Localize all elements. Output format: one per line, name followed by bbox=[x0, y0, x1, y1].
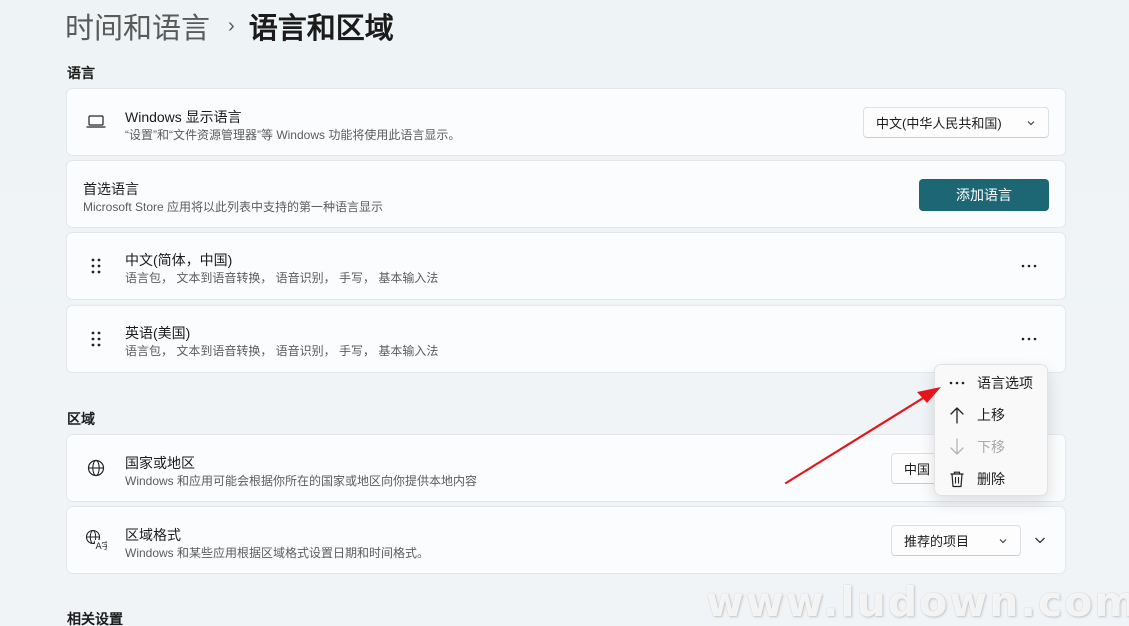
preferred-language-title: 首选语言 bbox=[83, 181, 139, 197]
regional-format-value: 推荐的项目 bbox=[904, 534, 970, 549]
language-item-chinese[interactable]: 中文(简体，中国) 语言包， 文本到语音转换， 语音识别， 手写， 基本输入法 bbox=[66, 232, 1066, 300]
drag-handle-icon[interactable] bbox=[89, 330, 103, 348]
language-context-menu: 语言选项 上移 下移 删除 bbox=[934, 364, 1048, 496]
language-features: 语言包， 文本到语音转换， 语音识别， 手写， 基本输入法 bbox=[125, 344, 439, 358]
regional-format-title: 区域格式 bbox=[125, 527, 181, 543]
breadcrumb-parent[interactable]: 时间和语言 bbox=[65, 5, 210, 47]
country-region-value: 中国 bbox=[904, 462, 931, 477]
breadcrumb: 时间和语言 › 语言和区域 bbox=[65, 5, 394, 47]
trash-icon bbox=[948, 470, 966, 488]
country-region-subtitle: Windows 和应用可能会根据你所在的国家或地区向你提供本地内容 bbox=[125, 474, 478, 488]
add-language-button[interactable]: 添加语言 bbox=[919, 179, 1049, 211]
arrow-down-icon bbox=[948, 438, 966, 456]
laptop-icon bbox=[85, 111, 107, 133]
language-item-english[interactable]: 英语(美国) 语言包， 文本到语音转换， 语音识别， 手写， 基本输入法 bbox=[66, 305, 1066, 373]
display-language-card: Windows 显示语言 “设置”和“文件资源管理器”等 Windows 功能将… bbox=[66, 88, 1066, 156]
more-options-icon[interactable] bbox=[1021, 264, 1037, 268]
menu-item-label: 下移 bbox=[977, 439, 1005, 455]
regional-format-card: A字 区域格式 Windows 和某些应用根据区域格式设置日期和时间格式。 推荐… bbox=[66, 506, 1066, 574]
menu-item-delete[interactable]: 删除 bbox=[935, 464, 1047, 494]
more-options-icon[interactable] bbox=[1021, 337, 1037, 341]
country-region-title: 国家或地区 bbox=[125, 455, 195, 471]
section-title-language: 语言 bbox=[67, 65, 95, 81]
preferred-language-subtitle: Microsoft Store 应用将以此列表中支持的第一种语言显示 bbox=[83, 200, 384, 214]
chevron-down-icon bbox=[999, 538, 1007, 543]
arrow-up-icon bbox=[948, 406, 966, 424]
expand-chevron-icon[interactable] bbox=[1033, 533, 1047, 547]
country-region-card: 国家或地区 Windows 和应用可能会根据你所在的国家或地区向你提供本地内容 … bbox=[66, 434, 1066, 502]
display-language-value: 中文(中华人民共和国) bbox=[876, 116, 1002, 131]
menu-item-label: 上移 bbox=[977, 407, 1005, 423]
regional-format-icon: A字 bbox=[85, 529, 107, 551]
drag-handle-icon[interactable] bbox=[89, 257, 103, 275]
language-name: 英语(美国) bbox=[125, 325, 191, 341]
menu-item-move-down: 下移 bbox=[935, 432, 1047, 462]
menu-item-label: 删除 bbox=[977, 471, 1005, 487]
globe-icon bbox=[85, 457, 107, 479]
menu-item-language-options[interactable]: 语言选项 bbox=[935, 368, 1047, 398]
language-features: 语言包， 文本到语音转换， 语音识别， 手写， 基本输入法 bbox=[125, 271, 439, 285]
display-language-subtitle: “设置”和“文件资源管理器”等 Windows 功能将使用此语言显示。 bbox=[125, 128, 461, 142]
page-title: 语言和区域 bbox=[248, 13, 394, 45]
section-title-region: 区域 bbox=[67, 411, 95, 427]
breadcrumb-separator: › bbox=[228, 14, 235, 37]
menu-item-move-up[interactable]: 上移 bbox=[935, 400, 1047, 430]
watermark: www.ludown.com bbox=[706, 578, 1129, 626]
language-name: 中文(简体，中国) bbox=[125, 252, 233, 268]
svg-text:A字: A字 bbox=[96, 540, 108, 551]
section-title-related: 相关设置 bbox=[67, 611, 123, 626]
chevron-down-icon bbox=[1027, 120, 1035, 125]
display-language-dropdown[interactable]: 中文(中华人民共和国) bbox=[863, 107, 1049, 138]
more-icon bbox=[948, 374, 966, 392]
preferred-language-card: 首选语言 Microsoft Store 应用将以此列表中支持的第一种语言显示 … bbox=[66, 160, 1066, 228]
display-language-title: Windows 显示语言 bbox=[125, 109, 242, 125]
regional-format-dropdown[interactable]: 推荐的项目 bbox=[891, 525, 1021, 556]
menu-item-label: 语言选项 bbox=[977, 375, 1033, 391]
regional-format-subtitle: Windows 和某些应用根据区域格式设置日期和时间格式。 bbox=[125, 546, 430, 560]
